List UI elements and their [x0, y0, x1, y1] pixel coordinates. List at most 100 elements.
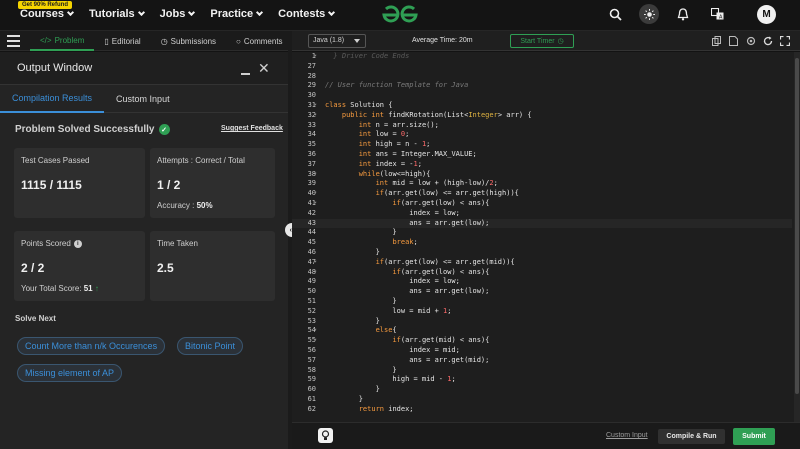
copy-icon[interactable] [711, 35, 722, 46]
code-line[interactable]: 45 break; [292, 238, 792, 248]
code-line[interactable]: 60 } [292, 385, 792, 395]
code-line[interactable]: 57 ans = arr.get(mid); [292, 356, 792, 366]
file-icon[interactable] [728, 35, 739, 46]
reset-icon[interactable] [762, 35, 773, 46]
code-line[interactable]: 46 } [292, 248, 792, 258]
code-text: index = low; [325, 208, 460, 217]
close-icon[interactable]: ✕ [258, 61, 270, 75]
code-text: index = mid; [325, 345, 460, 354]
search-icon[interactable] [605, 4, 625, 24]
avatar[interactable]: M [757, 4, 776, 24]
solve-next-chip[interactable]: Count More than n/k Occurences [17, 337, 166, 355]
code-line[interactable]: 1 ▾ } Driver Code Ends [292, 52, 792, 62]
fold-chevron-icon[interactable]: ▾ [314, 52, 317, 62]
fold-chevron-icon[interactable]: ▾ [314, 326, 317, 336]
start-timer-button[interactable]: Start Timer ◷ [510, 34, 574, 48]
nav-jobs-label: Jobs [159, 8, 186, 20]
code-line[interactable]: 41 ▾ if(arr.get(low) < ans){ [292, 199, 792, 209]
theme-toggle-icon[interactable] [639, 4, 659, 24]
translate-icon[interactable]: A [707, 4, 727, 24]
minimize-icon[interactable] [241, 73, 250, 75]
tab-comments[interactable]: ○ Comments [226, 31, 293, 51]
code-line[interactable]: 33 int n = arr.size(); [292, 121, 792, 131]
code-editor[interactable]: 1 ▾ } Driver Code Ends 27 28 29// User funct… [292, 52, 800, 422]
settings-icon[interactable] [745, 35, 756, 46]
code-line[interactable]: 49 index = low; [292, 277, 792, 287]
code-line[interactable]: 30 [292, 91, 792, 101]
code-line[interactable]: 31 ▾ class Solution { [292, 101, 792, 111]
lightbulb-icon[interactable] [318, 428, 333, 443]
tab-problem[interactable]: </> Problem [30, 31, 95, 51]
solve-next-chip[interactable]: Missing element of AP [17, 364, 123, 382]
fold-chevron-icon[interactable]: ▾ [314, 170, 317, 180]
code-text: return index; [358, 404, 414, 413]
code-line[interactable]: 61 } [292, 395, 792, 405]
output-window-title: Output Window [17, 62, 93, 74]
line-number: 57 [307, 355, 316, 364]
editor-scrollbar-thumb[interactable] [795, 58, 799, 394]
code-line[interactable]: 54 ▾ else{ [292, 326, 792, 336]
code-line[interactable]: 62 return index; [292, 405, 792, 415]
code-line[interactable]: 42 index = low; [292, 209, 792, 219]
line-number: 55 [307, 336, 316, 345]
nav-practice[interactable]: Practice [210, 8, 264, 20]
code-line[interactable]: 39 int mid = low + (high-low)/2; [292, 179, 792, 189]
code-line[interactable]: 51 } [292, 297, 792, 307]
code-line[interactable]: 59 high = mid - 1; [292, 375, 792, 385]
total-score: Your Total Score: 51 ↑ [21, 284, 99, 293]
nav-jobs[interactable]: Jobs [159, 8, 196, 20]
output-tabs: Compilation Results Custom Input [0, 85, 288, 113]
code-line[interactable]: 40 ▾ if(arr.get(low) <= arr.get(high)){ [292, 189, 792, 199]
tab-editorial[interactable]: ▯ Editorial [94, 31, 150, 51]
timer-icon: ◷ [557, 38, 564, 45]
code-line[interactable]: 48 ▾ if(arr.get(low) < ans){ [292, 268, 792, 278]
code-line[interactable]: 47 ▾ if(arr.get(low) <= arr.get(mid)){ [292, 258, 792, 268]
compile-run-button[interactable]: Compile & Run [658, 429, 725, 444]
fold-chevron-icon[interactable]: ▾ [314, 111, 317, 121]
fold-chevron-icon[interactable]: ▾ [314, 336, 317, 346]
code-line[interactable]: 36 int ans = Integer.MAX_VALUE; [292, 150, 792, 160]
suggest-feedback-link[interactable]: Suggest Feedback [221, 125, 283, 132]
bell-icon[interactable] [673, 4, 693, 24]
code-line[interactable]: 44 } [292, 228, 792, 238]
code-line[interactable]: 43 ans = arr.get(low); [292, 218, 792, 229]
code-line[interactable]: 29 // User function Template for Java [292, 81, 792, 91]
code-line[interactable]: 56 index = mid; [292, 346, 792, 356]
fold-chevron-icon[interactable]: ▾ [314, 189, 317, 199]
site-logo[interactable] [380, 4, 420, 31]
code-line[interactable]: 28 [292, 72, 792, 82]
code-line[interactable]: 50 ans = arr.get(low); [292, 287, 792, 297]
nav-tutorials[interactable]: Tutorials [89, 8, 145, 20]
fold-chevron-icon[interactable]: ▾ [314, 199, 317, 209]
code-line[interactable]: 53 } [292, 317, 792, 327]
tab-custom-input[interactable]: Custom Input [104, 85, 182, 113]
code-line[interactable]: 55 ▾ if(arr.get(mid) < ans){ [292, 336, 792, 346]
tab-compilation-results[interactable]: Compilation Results [0, 85, 105, 113]
code-line[interactable]: 37 int index = -1; [292, 160, 792, 170]
fold-chevron-icon[interactable]: ▾ [314, 268, 317, 278]
fold-chevron-icon[interactable]: ▾ [314, 258, 317, 268]
code-line[interactable]: 27 [292, 62, 792, 72]
submit-button[interactable]: Submit [733, 428, 775, 445]
language-select-value: Java (1.8) [313, 37, 345, 44]
nav-contests[interactable]: Contests [278, 8, 336, 20]
code-line[interactable]: 34 int low = 0; [292, 130, 792, 140]
code-text: public int findKRotation(List<Integer> a… [341, 110, 532, 119]
code-line[interactable]: 38 ▾ while(low<=high){ [292, 170, 792, 180]
custom-input-link[interactable]: Custom Input [606, 432, 648, 439]
code-line[interactable]: 32 ▾ public int findKRotation(List<Intege… [292, 111, 792, 121]
hamburger-menu-icon[interactable] [7, 35, 20, 50]
info-icon[interactable]: i [73, 239, 82, 248]
language-select[interactable]: Java (1.8) [308, 34, 366, 48]
code-text: } [325, 394, 363, 403]
nav-courses[interactable]: Courses [20, 8, 75, 20]
code-area[interactable]: 1 ▾ } Driver Code Ends 27 28 29// User funct… [292, 52, 792, 414]
code-line[interactable]: 58 } [292, 366, 792, 376]
status-text: Problem Solved Successfully [15, 124, 155, 135]
tab-submissions[interactable]: ◷ Submissions [151, 31, 226, 51]
code-line[interactable]: 52 low = mid + 1; [292, 307, 792, 317]
code-line[interactable]: 35 int high = n - 1; [292, 140, 792, 150]
fullscreen-icon[interactable] [779, 35, 790, 46]
solve-next-chip[interactable]: Bitonic Point [177, 337, 244, 355]
fold-chevron-icon[interactable]: ▾ [314, 101, 317, 111]
